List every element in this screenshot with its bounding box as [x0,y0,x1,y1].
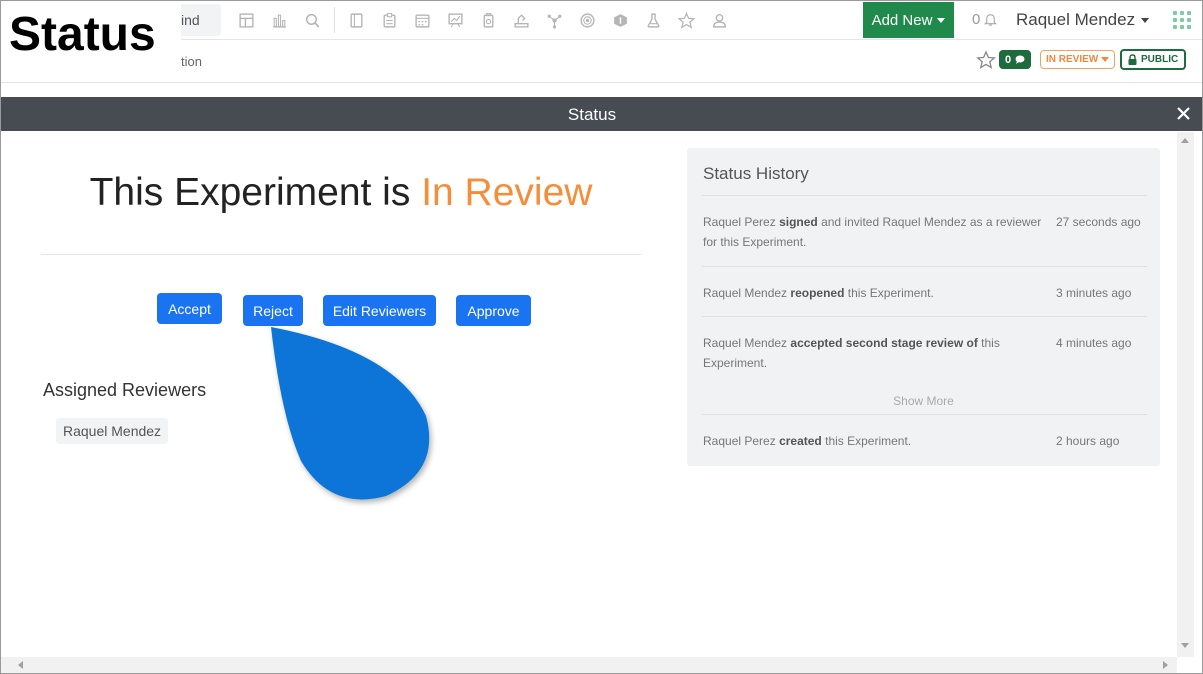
status-headline-state: In Review [421,171,593,214]
show-more-link[interactable]: Show More [687,394,1160,408]
find-input-text: ind [181,12,200,28]
accept-button[interactable]: Accept [157,293,222,324]
add-new-label: Add New [871,11,933,29]
add-new-button[interactable]: Add New [863,2,954,38]
star-icon[interactable] [976,50,996,70]
search-icon[interactable] [299,7,325,33]
top-navigation: ind Add New 0 Raquel Mendez [1,1,1202,40]
comment-count: 0 [1005,53,1012,66]
chevron-down-icon [1141,17,1150,23]
people-icon[interactable] [706,7,732,33]
flask-icon[interactable] [640,7,666,33]
scroll-right-icon[interactable] [1163,661,1168,669]
target-icon[interactable] [574,7,600,33]
modal-title: Status [567,105,617,124]
breadcrumb: tion [181,54,202,69]
divider [702,266,1147,267]
history-entry: Raquel Perez created this Experiment. [703,434,912,448]
nav-separator [334,7,335,33]
history-timestamp: 3 minutes ago [1056,286,1132,300]
scroll-left-icon[interactable] [18,661,23,669]
reports-icon[interactable] [266,7,292,33]
notebook-icon[interactable] [343,7,369,33]
favorites-icon[interactable] [673,7,699,33]
status-history-panel: Status History Raquel Perez signed and i… [687,148,1160,466]
presentation-icon[interactable] [442,7,468,33]
close-icon [1176,106,1190,120]
protocol-icon[interactable] [376,7,402,33]
equipment-icon[interactable] [508,7,534,33]
assigned-reviewers-title: Assigned Reviewers [43,380,207,400]
horizontal-scrollbar[interactable] [1,657,1177,673]
reviewer-chip: Raquel Mendez [56,418,169,444]
overlay-caption: Status [1,1,181,65]
history-timestamp: 4 minutes ago [1056,336,1132,350]
nav-icon-bar [233,7,739,33]
molecule-icon[interactable] [541,7,567,33]
chevron-down-icon [937,17,946,23]
notifications-button[interactable]: 0 [972,11,998,28]
divider [41,254,641,255]
visibility-label: PUBLIC [1141,54,1179,65]
callout-pointer [271,327,430,500]
modal-header: Status [1,97,1202,131]
dashboard-icon[interactable] [233,7,259,33]
apps-grid-icon[interactable] [1173,11,1191,29]
scroll-up-icon[interactable] [1181,138,1189,143]
vertical-scrollbar[interactable] [1177,132,1194,657]
scroll-down-icon[interactable] [1181,643,1189,648]
history-entry: Raquel Mendez accepted second stage revi… [703,336,1000,370]
user-menu[interactable]: Raquel Mendez [1016,10,1150,30]
close-button[interactable] [1173,101,1193,125]
history-timestamp: 27 seconds ago [1056,215,1141,229]
history-entry: Raquel Mendez reopened this Experiment. [703,286,934,300]
status-badge[interactable]: IN REVIEW [1040,50,1116,69]
chevron-down-icon [1101,57,1110,62]
calendar-icon[interactable] [409,7,435,33]
divider [702,195,1147,196]
divider [702,316,1147,317]
approve-button[interactable]: Approve [456,295,531,326]
comments-badge[interactable]: 0 [999,50,1032,69]
visibility-badge[interactable]: PUBLIC [1120,49,1187,70]
user-name: Raquel Mendez [1016,10,1136,29]
bell-icon [984,14,998,26]
status-history-title: Status History [703,164,809,183]
comment-icon [1015,55,1025,64]
sample-icon[interactable] [475,7,501,33]
status-headline: This Experiment is In Review [41,171,641,215]
status-headline-prefix: This Experiment is [89,171,411,214]
lock-icon [1128,54,1137,65]
divider [702,414,1147,415]
sequence-icon[interactable] [607,7,633,33]
history-timestamp: 2 hours ago [1056,434,1120,448]
history-entry: Raquel Perez signed and invited Raquel M… [703,215,1042,249]
app-window: ind Add New 0 Raquel Mendez tion 0 IN RE… [0,0,1203,674]
notification-count: 0 [972,11,981,28]
overlay-caption-text: Status [9,8,156,61]
status-badge-label: IN REVIEW [1046,54,1099,65]
